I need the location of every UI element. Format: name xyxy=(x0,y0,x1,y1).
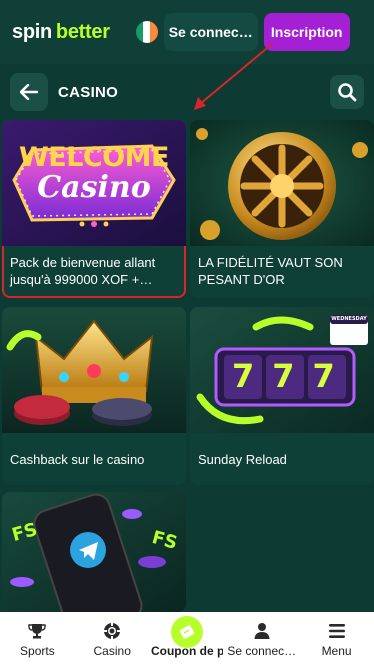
slot-777-text: 777 xyxy=(232,357,353,395)
promo-card-welcome[interactable]: WELCOME Casino Pack de bienvenue allant … xyxy=(2,120,186,298)
signup-button[interactable]: Inscription xyxy=(263,13,350,51)
menu-icon xyxy=(327,621,347,641)
nav-login[interactable]: Se connec… xyxy=(224,612,299,668)
promo-card-loyalty[interactable]: LA FIDÉLITÉ VAUT SON PESANT D'OR xyxy=(190,120,374,298)
nav-sports[interactable]: Sports xyxy=(0,612,75,668)
search-icon xyxy=(338,83,357,102)
golden-crown-image xyxy=(2,307,186,433)
calendar-day-text: WEDNESDAY xyxy=(331,316,367,322)
nav-label: Se connec… xyxy=(227,644,297,658)
promo-card-cashback[interactable]: Cashback sur le casino xyxy=(2,307,186,485)
casino-text: Casino xyxy=(37,170,151,205)
section-bar: CASINO xyxy=(0,64,374,120)
nav-label: Casino xyxy=(93,644,131,658)
golden-wheel-image xyxy=(190,120,374,246)
search-button[interactable] xyxy=(330,75,364,109)
telegram-phone-image: FS FS xyxy=(2,492,186,612)
nav-menu[interactable]: Menu xyxy=(299,612,374,668)
top-header: spin better Se connec… Inscription xyxy=(0,0,374,64)
user-icon xyxy=(252,621,272,641)
card-caption: Cashback sur le casino xyxy=(10,451,145,467)
slot-777-image: 777 WEDNESDAY xyxy=(190,307,374,433)
logo-text-spin: spin xyxy=(12,20,52,43)
casino-chip-icon xyxy=(102,621,122,641)
coupon-ticket-icon xyxy=(170,616,203,648)
card-caption: Pack de bienvenue allant jusqu'à 999000 … xyxy=(10,255,156,287)
login-button[interactable]: Se connec… xyxy=(163,13,258,51)
section-title: CASINO xyxy=(58,83,119,101)
trophy-icon xyxy=(27,621,47,641)
card-caption: Sunday Reload xyxy=(198,451,287,467)
bottom-nav: Sports Casino Coupon de pari xyxy=(0,612,374,668)
spinbetter-logo[interactable]: spin better xyxy=(12,21,110,44)
welcome-text: WELCOME xyxy=(18,142,170,173)
promo-card-sunday-reload[interactable]: 777 WEDNESDAY Sunday Reload xyxy=(190,307,374,485)
welcome-casino-image: WELCOME Casino xyxy=(2,120,186,246)
arrow-left-icon xyxy=(20,84,38,100)
nav-label: Menu xyxy=(321,644,352,658)
language-flag-icon[interactable] xyxy=(135,21,158,43)
nav-label: Sports xyxy=(20,644,55,658)
back-button[interactable] xyxy=(10,73,48,111)
nav-casino[interactable]: Casino xyxy=(75,612,150,668)
promo-card-telegram[interactable]: FS FS xyxy=(2,492,186,612)
logo-text-better: better xyxy=(55,20,110,43)
card-caption: LA FIDÉLITÉ VAUT SON PESANT D'OR xyxy=(198,255,343,287)
nav-bet-slip[interactable]: Coupon de pari xyxy=(150,612,225,668)
